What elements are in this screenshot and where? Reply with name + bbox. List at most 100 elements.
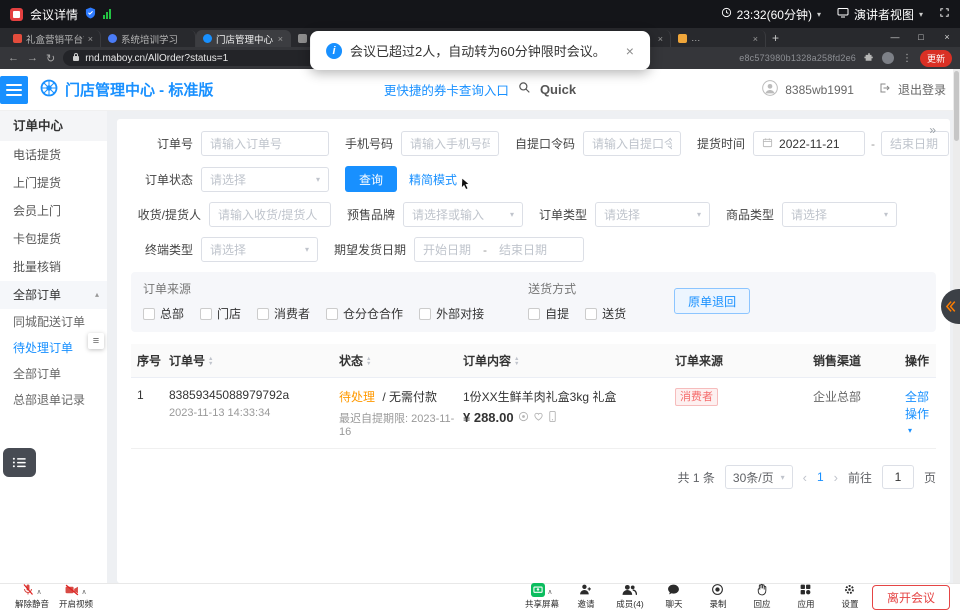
- sidebar-collapse-button[interactable]: [0, 76, 28, 104]
- settings-button[interactable]: 设置: [828, 585, 872, 609]
- sort-icon[interactable]: ▲▼: [208, 357, 213, 366]
- window-close-button[interactable]: ×: [934, 28, 960, 47]
- checkbox-box[interactable]: [585, 308, 597, 320]
- browser-tab-active[interactable]: 门店管理中心 ×: [196, 30, 291, 47]
- reaction-button[interactable]: 回应: [740, 585, 784, 609]
- browser-tab[interactable]: 礼盒营销平台管理中心 ×: [6, 30, 101, 47]
- search-button[interactable]: 查询: [345, 166, 397, 192]
- browser-update-button[interactable]: 更新: [920, 50, 952, 67]
- sidebar-subitem-city-delivery[interactable]: 同城配送订单: [0, 309, 107, 335]
- checkbox-delivery-selfpickup[interactable]: 自提: [528, 305, 569, 322]
- sidebar-item-member-visit[interactable]: 会员上门: [0, 197, 107, 225]
- mic-options-caret[interactable]: ∧: [36, 588, 41, 596]
- window-maximize-button[interactable]: □: [908, 28, 934, 47]
- checkbox-box[interactable]: [143, 308, 155, 320]
- sort-icon[interactable]: ▲▼: [514, 357, 519, 366]
- logout-button[interactable]: 退出登录: [898, 81, 946, 98]
- checkbox-box[interactable]: [326, 308, 338, 320]
- back-icon[interactable]: ←: [8, 52, 19, 64]
- sidebar-item-card-pickup[interactable]: 卡包提货: [0, 225, 107, 253]
- quick-entry-link[interactable]: 更快捷的券卡查询入口: [384, 80, 509, 99]
- sidebar-subitem-all-orders[interactable]: 全部订单: [0, 361, 107, 387]
- pickup-start-date-input[interactable]: 2022-11-21: [753, 131, 865, 156]
- video-options-caret[interactable]: ∧: [81, 588, 86, 596]
- page-size-select[interactable]: 30条/页 ▾: [725, 465, 793, 489]
- fullscreen-button[interactable]: [939, 7, 950, 21]
- record-button[interactable]: 录制: [696, 585, 740, 609]
- search-panel-collapse-icon[interactable]: »: [929, 123, 936, 137]
- order-no-text[interactable]: 83859345088979792a: [169, 388, 339, 402]
- view-mode-selector[interactable]: 演讲者视图 ▾: [837, 6, 923, 23]
- sort-icon[interactable]: ▲▼: [366, 357, 371, 366]
- browser-tab[interactable]: … ×: [671, 30, 766, 47]
- original-order-return-button[interactable]: 原单退回: [674, 288, 750, 314]
- invite-button[interactable]: 邀请: [564, 585, 608, 609]
- col-header-content[interactable]: 订单内容▲▼: [463, 352, 675, 369]
- sidebar-item-phone-pickup[interactable]: 电话提货: [0, 141, 107, 169]
- refresh-icon[interactable]: ↻: [46, 52, 55, 65]
- sidebar-subitem-hq-refund-log[interactable]: 总部退单记录: [0, 387, 107, 413]
- sidebar-group-all-orders[interactable]: 全部订单 ▴: [0, 281, 107, 309]
- members-button[interactable]: 成员(4): [608, 585, 652, 609]
- extensions-puzzle-icon[interactable]: [864, 52, 874, 65]
- meeting-toolbox-button[interactable]: [3, 448, 36, 477]
- browser-menu-icon[interactable]: ⋮: [902, 53, 912, 64]
- tab-close-icon[interactable]: ×: [658, 34, 663, 44]
- sidebar-item-door-pickup[interactable]: 上门提货: [0, 169, 107, 197]
- pickup-code-input[interactable]: [583, 131, 681, 156]
- goods-type-select[interactable]: 请选择 ▾: [782, 202, 897, 227]
- checkbox-box[interactable]: [257, 308, 269, 320]
- goto-page-input[interactable]: [882, 465, 914, 489]
- all-actions-dropdown[interactable]: 全部操作: [905, 390, 929, 421]
- browser-profile-avatar[interactable]: [882, 52, 894, 64]
- col-header-order-no[interactable]: 订单号▲▼: [169, 352, 339, 369]
- checkbox-source-external[interactable]: 外部对接: [419, 305, 484, 322]
- meeting-details-button[interactable]: 会议详情: [30, 6, 78, 23]
- unmute-button[interactable]: ∧ 解除静音: [10, 585, 54, 609]
- sidebar-collapse-toggle[interactable]: ≡: [88, 333, 104, 349]
- share-screen-button[interactable]: ∧ 共享屏幕: [520, 585, 564, 609]
- scrollbar-thumb[interactable]: [954, 71, 959, 141]
- chat-button[interactable]: 聊天: [652, 585, 696, 609]
- checkbox-delivery-deliver[interactable]: 送货: [585, 305, 626, 322]
- search-icon[interactable]: [518, 81, 531, 99]
- checkbox-box[interactable]: [200, 308, 212, 320]
- browser-tab[interactable]: 系统培训学习: [101, 30, 196, 47]
- simple-mode-link[interactable]: 精简模式: [409, 171, 457, 188]
- order-no-input[interactable]: [201, 131, 329, 156]
- checkbox-box[interactable]: [419, 308, 431, 320]
- next-page-button[interactable]: ›: [834, 470, 838, 485]
- tab-close-icon[interactable]: ×: [753, 34, 758, 44]
- share-options-caret[interactable]: ∧: [547, 588, 552, 596]
- presale-brand-select[interactable]: 请选择或输入 ▾: [403, 202, 523, 227]
- checkbox-box[interactable]: [528, 308, 540, 320]
- order-type-select[interactable]: 请选择 ▾: [595, 202, 710, 227]
- current-page-number[interactable]: 1: [817, 470, 824, 484]
- username-text[interactable]: 8385wb1991: [785, 83, 854, 97]
- tab-close-icon[interactable]: ×: [278, 34, 283, 44]
- meeting-timer[interactable]: 23:32(60分钟) ▾: [721, 6, 821, 23]
- pickup-end-date-input[interactable]: 结束日期: [881, 131, 949, 156]
- page-scrollbar[interactable]: [953, 69, 960, 583]
- receiver-input[interactable]: [209, 202, 331, 227]
- forward-icon[interactable]: →: [27, 52, 38, 64]
- checkbox-source-store[interactable]: 门店: [200, 305, 241, 322]
- checkbox-source-consumer[interactable]: 消费者: [257, 305, 310, 322]
- new-tab-button[interactable]: +: [766, 30, 785, 47]
- terminal-type-select[interactable]: 请选择 ▾: [201, 237, 318, 262]
- start-video-button[interactable]: ∧ 开启视频: [54, 585, 98, 609]
- apps-button[interactable]: 应用: [784, 585, 828, 609]
- prev-page-button[interactable]: ‹: [803, 470, 807, 485]
- toast-close-icon[interactable]: ×: [626, 43, 634, 59]
- sidebar-item-batch-verify[interactable]: 批量核销: [0, 253, 107, 281]
- leave-meeting-button[interactable]: 离开会议: [872, 585, 950, 610]
- checkbox-source-hq[interactable]: 总部: [143, 305, 184, 322]
- expected-ship-date-range-input[interactable]: 开始日期 - 结束日期: [414, 237, 584, 262]
- tab-close-icon[interactable]: ×: [88, 34, 93, 44]
- phone-input[interactable]: [401, 131, 499, 156]
- order-status-select[interactable]: 请选择 ▾: [201, 167, 329, 192]
- window-minimize-button[interactable]: —: [882, 28, 908, 47]
- checkbox-source-warehouse-coop[interactable]: 仓分仓合作: [326, 305, 403, 322]
- meeting-app-icon[interactable]: [10, 8, 23, 21]
- col-header-status[interactable]: 状态▲▼: [339, 352, 463, 369]
